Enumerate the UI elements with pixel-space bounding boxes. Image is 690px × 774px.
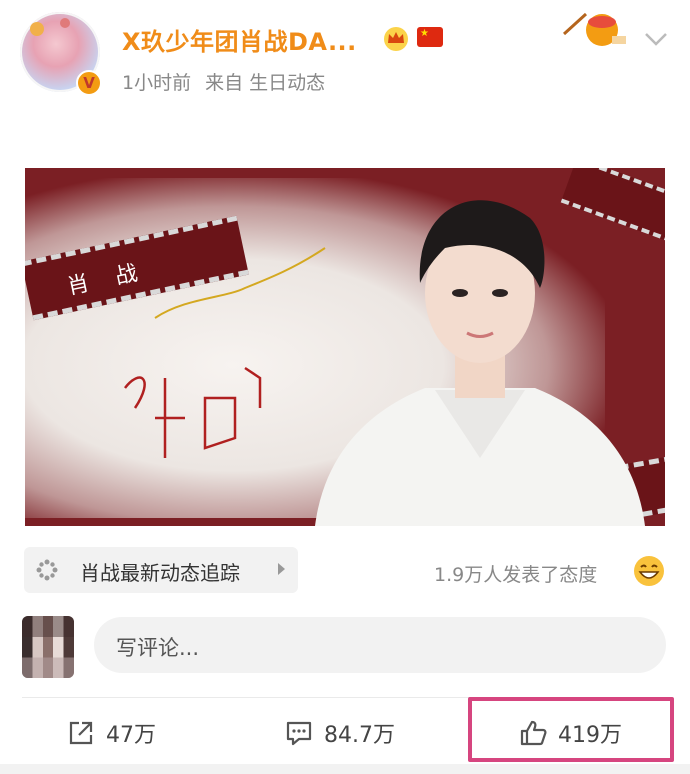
topic-tag-button[interactable]: 肖战最新动态追踪 [24, 547, 298, 593]
comment-button[interactable]: 84.7万 [284, 713, 395, 753]
avatar-decoration [30, 22, 44, 36]
china-flag-icon: ★ [417, 27, 443, 47]
reactions-count[interactable]: 1.9万人发表了态度 [434, 560, 597, 587]
share-button[interactable]: 47万 [66, 713, 156, 753]
username[interactable]: X玖少年团肖战DA... [122, 22, 357, 57]
portrait-person [315, 200, 645, 526]
like-highlight-box [468, 697, 674, 762]
post-header: V X玖少年团肖战DA... ★ 1小时前 来自 生日动态 [0, 0, 690, 110]
crown-icon [384, 27, 408, 51]
topic-label: 肖战最新动态追踪 [80, 561, 240, 585]
bottom-separator [0, 764, 690, 774]
post-image[interactable]: 肖 战 [25, 168, 665, 526]
post-meta: 1小时前 来自 生日动态 [122, 68, 325, 95]
post-source[interactable]: 来自 生日动态 [205, 72, 325, 94]
comment-placeholder: 写评论... [116, 636, 200, 660]
caret-right-icon [278, 563, 285, 575]
share-count: 47万 [106, 723, 156, 748]
my-avatar[interactable] [22, 616, 74, 678]
share-icon [69, 721, 93, 745]
post-time: 1小时前 [122, 72, 192, 94]
comment-count: 84.7万 [324, 723, 395, 748]
sparkle-icon [36, 559, 58, 581]
comment-input[interactable]: 写评论... [94, 617, 666, 673]
comment-icon [286, 721, 312, 746]
verified-badge-icon: V [76, 70, 102, 96]
grin-emoji-icon[interactable] [632, 554, 666, 588]
hotpot-decoration-icon [562, 12, 626, 46]
avatar-decoration [60, 18, 70, 28]
chevron-down-icon[interactable] [644, 30, 668, 48]
